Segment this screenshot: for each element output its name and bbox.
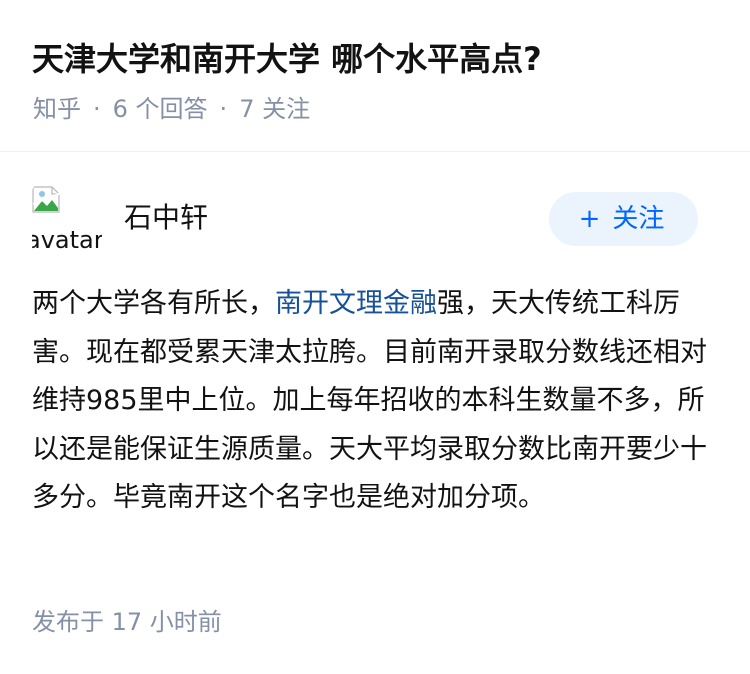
question-header: 天津大学和南开大学 哪个水平高点? 知乎 · 6 个回答 · 7 关注 — [0, 0, 750, 152]
follower-count[interactable]: 7 关注 — [239, 95, 310, 123]
avatar[interactable]: avatar — [32, 184, 102, 254]
author-name[interactable]: 石中轩 — [124, 200, 208, 236]
broken-image-icon — [32, 186, 62, 213]
answer-card: avatar 石中轩 + 关注 两个大学各有所长，南开文理金融强，天大传统工科厉害… — [0, 152, 750, 674]
content-link[interactable]: 南开文理金融 — [275, 288, 437, 319]
avatar-alt-text: avatar — [32, 226, 102, 254]
answer-text-intro: 两个大学各有所长， — [32, 288, 275, 319]
publish-time: 发布于 17 小时前 — [32, 608, 222, 636]
follow-button-label: 关注 — [612, 204, 665, 234]
question-title[interactable]: 天津大学和南开大学 哪个水平高点? — [32, 36, 542, 82]
meta-separator: · — [93, 95, 101, 123]
answer-content: 两个大学各有所长，南开文理金融强，天大传统工科厉害。现在都受累天津太拉胯。目前南… — [32, 280, 722, 523]
question-meta: 知乎 · 6 个回答 · 7 关注 — [33, 93, 310, 125]
plus-icon: + — [578, 204, 601, 234]
source-label: 知乎 — [33, 95, 81, 123]
answer-text-body: 强，天大传统工科厉害。现在都受累天津太拉胯。目前南开录取分数线还相对维持985里… — [32, 288, 707, 513]
answer-count[interactable]: 6 个回答 — [113, 95, 208, 123]
follow-button[interactable]: + 关注 — [549, 192, 698, 246]
meta-separator: · — [219, 95, 228, 123]
